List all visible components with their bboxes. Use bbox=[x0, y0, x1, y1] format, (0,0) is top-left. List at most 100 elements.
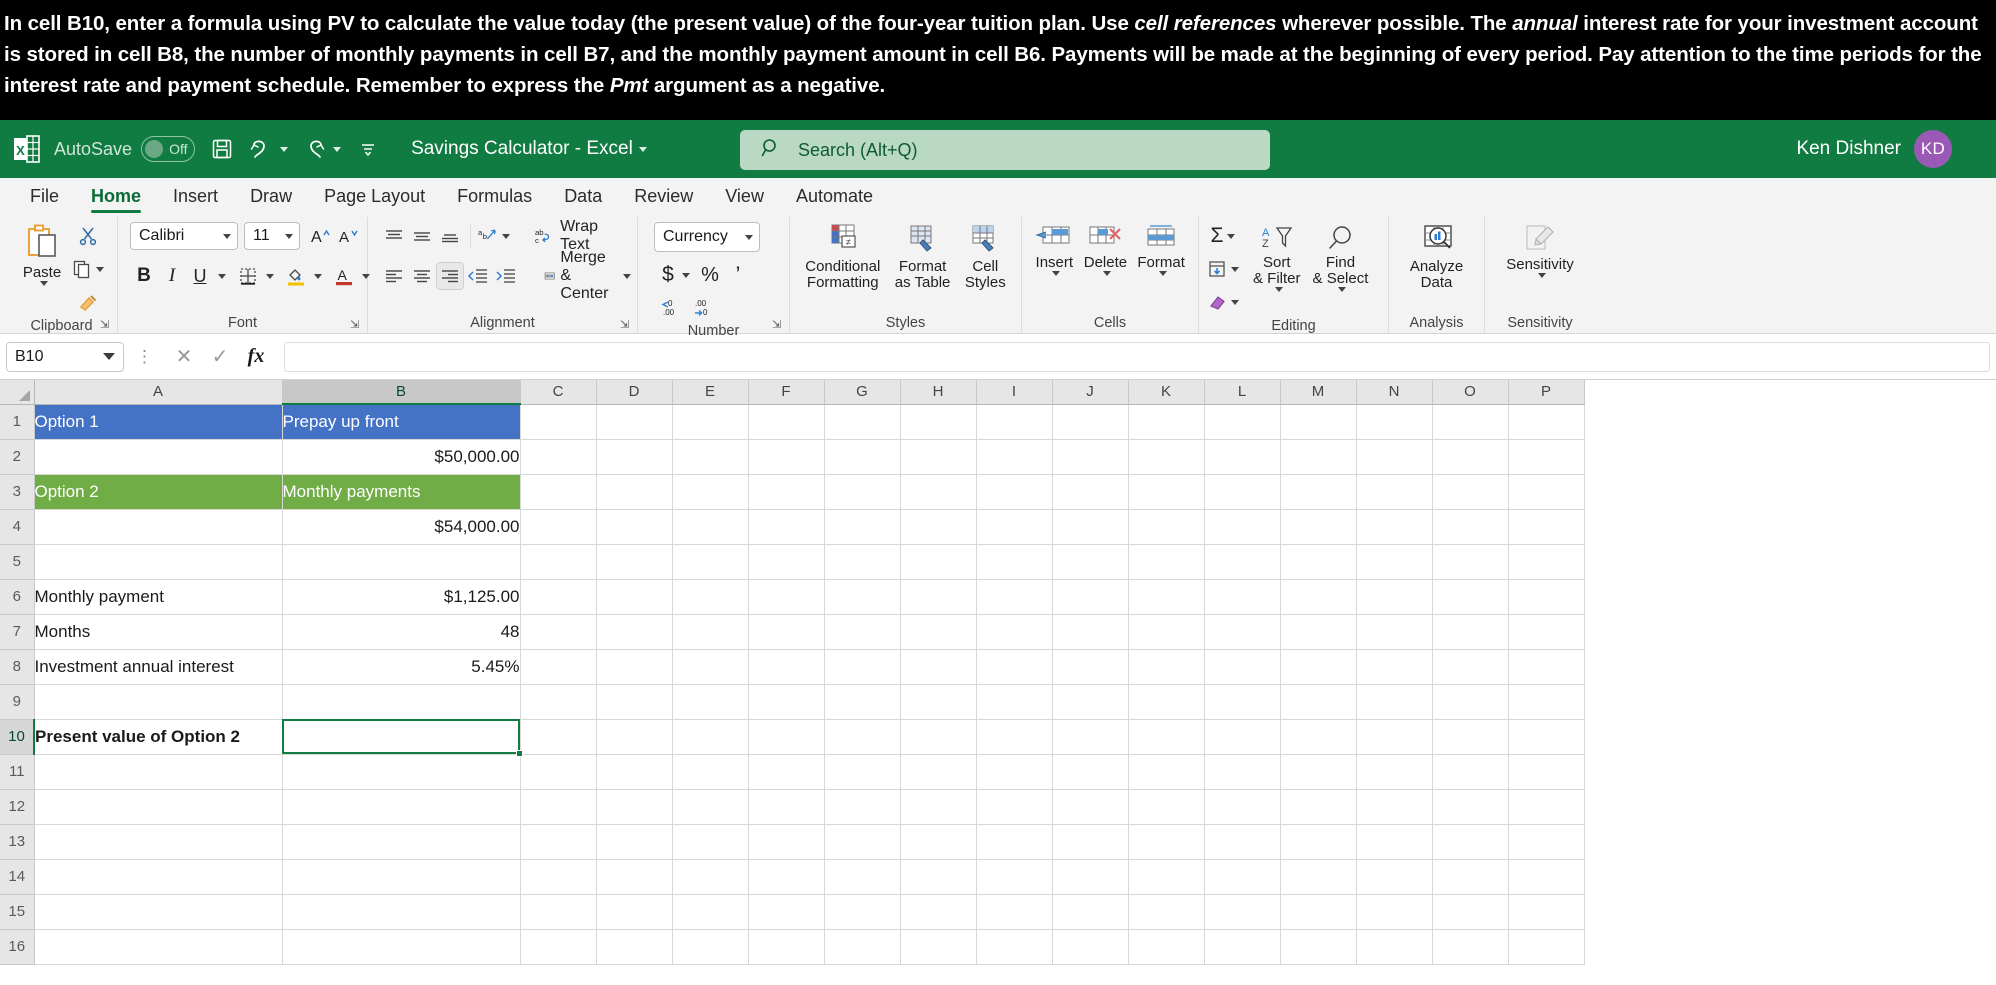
cell-E9[interactable] bbox=[672, 684, 749, 720]
cell-N7[interactable] bbox=[1356, 614, 1433, 650]
cell-D15[interactable] bbox=[596, 894, 673, 930]
cell-M12[interactable] bbox=[1280, 789, 1357, 825]
cell-N3[interactable] bbox=[1356, 474, 1433, 510]
row-header-7[interactable]: 7 bbox=[0, 614, 35, 650]
row-header-15[interactable]: 15 bbox=[0, 894, 35, 930]
cell-A3[interactable]: Option 2 bbox=[34, 474, 283, 510]
cell-K4[interactable] bbox=[1128, 509, 1205, 545]
cell-F1[interactable] bbox=[748, 404, 825, 440]
cell-I8[interactable] bbox=[976, 649, 1053, 685]
tab-file[interactable]: File bbox=[14, 183, 75, 214]
cell-D12[interactable] bbox=[596, 789, 673, 825]
cell-M13[interactable] bbox=[1280, 824, 1357, 860]
cell-P5[interactable] bbox=[1508, 544, 1585, 580]
number-format-select[interactable]: Currency bbox=[654, 222, 760, 252]
cell-H6[interactable] bbox=[900, 579, 977, 615]
cell-J1[interactable] bbox=[1052, 404, 1129, 440]
cell-A14[interactable] bbox=[34, 859, 283, 895]
cell-G9[interactable] bbox=[824, 684, 901, 720]
cell-L15[interactable] bbox=[1204, 894, 1281, 930]
cell-P7[interactable] bbox=[1508, 614, 1585, 650]
column-header-P[interactable]: P bbox=[1508, 380, 1585, 405]
fill-caret-icon[interactable] bbox=[1231, 266, 1239, 272]
cell-O16[interactable] bbox=[1432, 929, 1509, 965]
column-header-B[interactable]: B bbox=[282, 380, 521, 405]
cell-D3[interactable] bbox=[596, 474, 673, 510]
cell-L8[interactable] bbox=[1204, 649, 1281, 685]
cell-G3[interactable] bbox=[824, 474, 901, 510]
cell-P10[interactable] bbox=[1508, 719, 1585, 755]
cell-N10[interactable] bbox=[1356, 719, 1433, 755]
format-as-table-button[interactable]: Format as Table bbox=[889, 222, 957, 293]
cell-B12[interactable] bbox=[282, 789, 521, 825]
cell-O7[interactable] bbox=[1432, 614, 1509, 650]
insert-caret-icon[interactable] bbox=[1052, 271, 1061, 276]
cell-K15[interactable] bbox=[1128, 894, 1205, 930]
clear-button[interactable] bbox=[1207, 288, 1239, 316]
delete-cells-button[interactable]: Delete bbox=[1079, 222, 1133, 278]
accounting-format-button[interactable]: $ bbox=[658, 261, 678, 289]
cell-B7[interactable]: 48 bbox=[282, 614, 521, 650]
decrease-indent-button[interactable] bbox=[464, 262, 492, 290]
font-name-select[interactable]: Calibri bbox=[130, 222, 238, 250]
cell-G2[interactable] bbox=[824, 439, 901, 475]
cell-E2[interactable] bbox=[672, 439, 749, 475]
cell-K13[interactable] bbox=[1128, 824, 1205, 860]
cell-L4[interactable] bbox=[1204, 509, 1281, 545]
undo-dropdown-caret[interactable] bbox=[280, 146, 289, 152]
wrap-text-button[interactable]: ab c Wrap Text bbox=[534, 218, 629, 253]
cell-G4[interactable] bbox=[824, 509, 901, 545]
column-header-G[interactable]: G bbox=[824, 380, 901, 405]
cell-E15[interactable] bbox=[672, 894, 749, 930]
cell-O8[interactable] bbox=[1432, 649, 1509, 685]
cut-button[interactable] bbox=[72, 222, 104, 250]
cell-K2[interactable] bbox=[1128, 439, 1205, 475]
tab-formulas[interactable]: Formulas bbox=[441, 183, 548, 214]
cell-A8[interactable]: Investment annual interest bbox=[34, 649, 283, 685]
format-caret-icon[interactable] bbox=[1159, 271, 1168, 276]
cell-I9[interactable] bbox=[976, 684, 1053, 720]
confirm-entry-button[interactable]: ✓ bbox=[202, 342, 238, 372]
cell-B6[interactable]: $1,125.00 bbox=[282, 579, 521, 615]
cell-M2[interactable] bbox=[1280, 439, 1357, 475]
cell-P12[interactable] bbox=[1508, 789, 1585, 825]
cell-N15[interactable] bbox=[1356, 894, 1433, 930]
cell-B8[interactable]: 5.45% bbox=[282, 649, 521, 685]
cell-N14[interactable] bbox=[1356, 859, 1433, 895]
row-header-4[interactable]: 4 bbox=[0, 509, 35, 545]
clipboard-dialog-launcher[interactable]: ⇲ bbox=[100, 320, 111, 331]
cell-A6[interactable]: Monthly payment bbox=[34, 579, 283, 615]
orientation-caret-icon[interactable] bbox=[501, 233, 510, 239]
cell-E1[interactable] bbox=[672, 404, 749, 440]
italic-button[interactable]: I bbox=[158, 262, 186, 290]
cell-F12[interactable] bbox=[748, 789, 825, 825]
column-header-H[interactable]: H bbox=[900, 380, 977, 405]
font-dialog-launcher[interactable]: ⇲ bbox=[350, 320, 361, 331]
font-name-caret-icon[interactable] bbox=[223, 233, 231, 239]
cell-F6[interactable] bbox=[748, 579, 825, 615]
row-header-5[interactable]: 5 bbox=[0, 544, 35, 580]
cell-C10[interactable] bbox=[520, 719, 597, 755]
cell-P14[interactable] bbox=[1508, 859, 1585, 895]
cell-J13[interactable] bbox=[1052, 824, 1129, 860]
cell-J15[interactable] bbox=[1052, 894, 1129, 930]
cell-D11[interactable] bbox=[596, 754, 673, 790]
autosave-toggle[interactable]: Off bbox=[141, 136, 196, 162]
cell-L5[interactable] bbox=[1204, 544, 1281, 580]
cell-O13[interactable] bbox=[1432, 824, 1509, 860]
cell-P6[interactable] bbox=[1508, 579, 1585, 615]
row-header-9[interactable]: 9 bbox=[0, 684, 35, 720]
cell-P2[interactable] bbox=[1508, 439, 1585, 475]
cell-J6[interactable] bbox=[1052, 579, 1129, 615]
cell-H1[interactable] bbox=[900, 404, 977, 440]
cell-F4[interactable] bbox=[748, 509, 825, 545]
row-header-11[interactable]: 11 bbox=[0, 754, 35, 790]
underline-caret-icon[interactable] bbox=[218, 273, 226, 279]
cell-H10[interactable] bbox=[900, 719, 977, 755]
font-color-button[interactable]: A bbox=[330, 262, 358, 290]
cell-H16[interactable] bbox=[900, 929, 977, 965]
cell-A10[interactable]: Present value of Option 2 bbox=[34, 719, 283, 755]
user-account-area[interactable]: Ken Dishner KD bbox=[1796, 120, 1952, 178]
column-header-F[interactable]: F bbox=[748, 380, 825, 405]
cell-P13[interactable] bbox=[1508, 824, 1585, 860]
